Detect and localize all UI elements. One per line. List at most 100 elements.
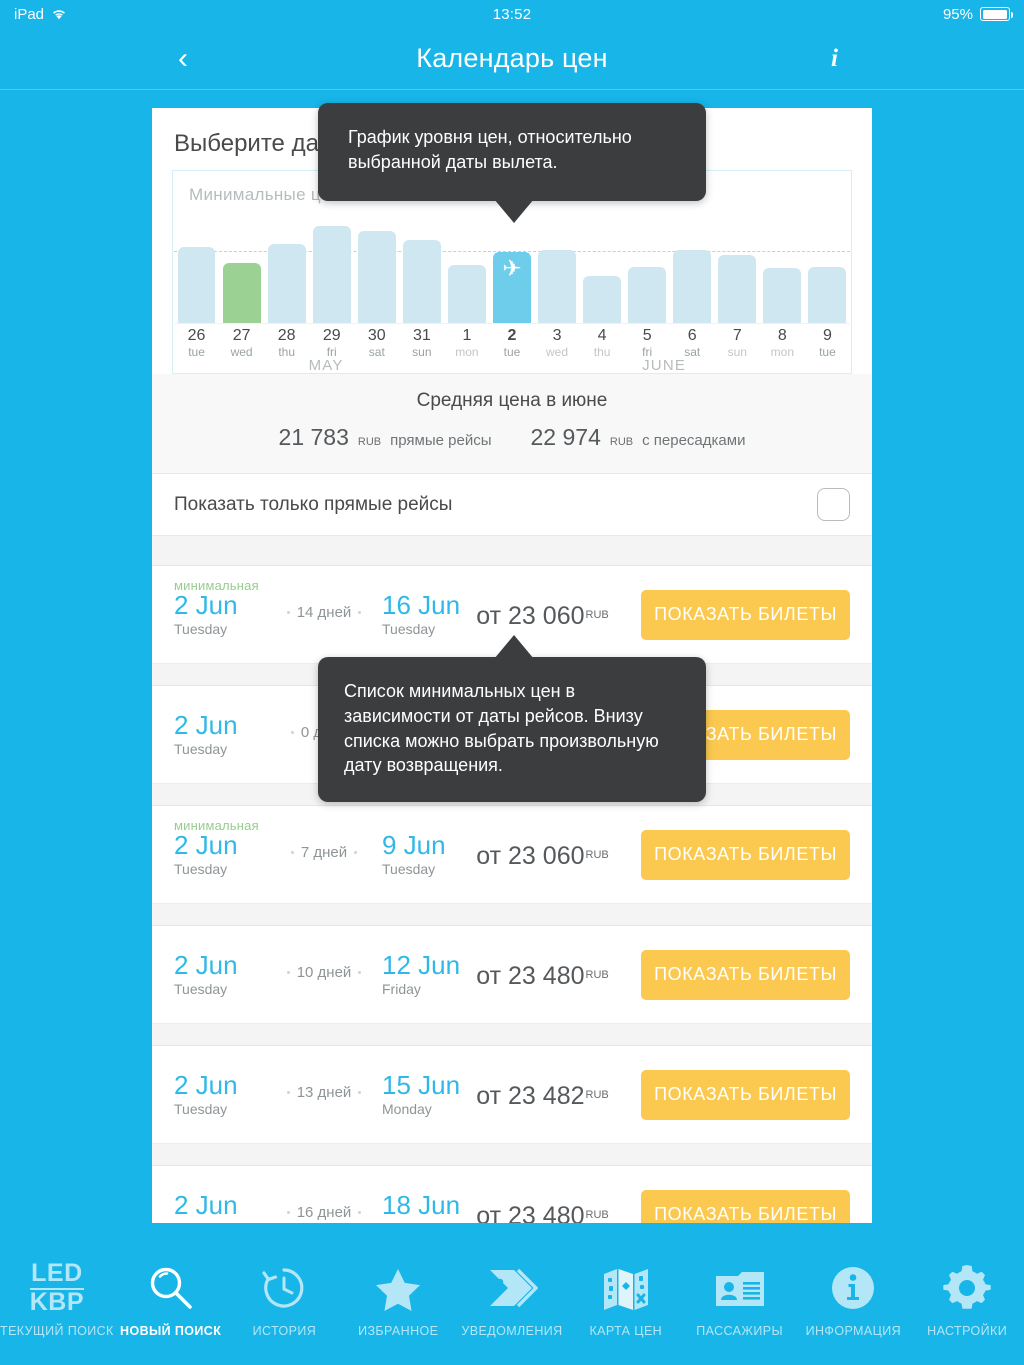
chart-axis-tick[interactable]: 8 mon (760, 324, 805, 359)
info-circle-icon (827, 1259, 879, 1317)
return-date-block[interactable]: 9 Jun Tuesday (382, 832, 474, 877)
price-value: от 23 480 (476, 1202, 585, 1223)
route-led-kbp-icon: LED KBP (29, 1259, 85, 1317)
return-date-block[interactable]: 15 Jun Monday (382, 1072, 474, 1117)
flight-row[interactable]: 2 JunTuesday 16 дней 18 JunThursdayот 23 4… (152, 1166, 872, 1223)
chart-bar-column[interactable] (760, 219, 805, 323)
chart-bar[interactable] (673, 250, 712, 323)
depart-date-block[interactable]: 2 JunTuesday (174, 1072, 266, 1117)
chart-bars: ✈ (174, 219, 850, 323)
tab-tag[interactable]: УВЕДОМЛЕНИЯ (455, 1259, 569, 1365)
return-date-block[interactable]: 12 Jun Friday (382, 952, 474, 997)
direct-only-label: Показать только прямые рейсы (174, 493, 453, 515)
price-value: от 23 482 (476, 1082, 585, 1110)
back-button[interactable]: ‹ (178, 43, 188, 74)
return-date: 18 Jun (382, 1190, 461, 1221)
flight-row[interactable]: 2 Jun Tuesday 13 дней 15 Jun Monday от 23 482… (152, 1046, 872, 1144)
flight-row[interactable]: 2 Jun Tuesday 10 дней 12 Jun Friday от 23 480… (152, 926, 872, 1024)
chart-bar[interactable] (583, 276, 622, 323)
depart-date-block[interactable]: 2 JunTuesday (174, 952, 266, 997)
depart-date-block[interactable]: 2 JunTuesday (174, 1192, 266, 1223)
chart-axis-tick[interactable]: 28 thu (264, 324, 309, 359)
chart-bar-column[interactable] (670, 219, 715, 323)
chart-bar-column[interactable] (174, 219, 219, 323)
tab-route-led-kbp[interactable]: LED KBP ТЕКУЩИЙ ПОИСК (0, 1259, 114, 1365)
show-tickets-button[interactable]: ПОКАЗАТЬ БИЛЕТЫ (641, 1069, 850, 1120)
chart-bar-column[interactable] (805, 219, 850, 323)
chart-bar-column[interactable] (264, 219, 309, 323)
depart-date-block[interactable]: 2 JunTuesday (174, 712, 266, 757)
return-date-block[interactable]: 16 Jun Tuesday (382, 592, 474, 637)
chart-axis-tick[interactable]: 4 thu (580, 324, 625, 359)
chart-bar[interactable] (402, 239, 441, 323)
chart-axis-tick[interactable]: 1 mon (444, 324, 489, 359)
chart-bar[interactable] (312, 226, 351, 323)
chart-bar-column[interactable] (580, 219, 625, 323)
depart-dow: Tuesday (174, 740, 228, 757)
chart-bar-column[interactable] (444, 219, 489, 323)
tab-magnifier[interactable]: НОВЫЙ ПОИСК (114, 1259, 228, 1365)
id-card-icon (712, 1259, 768, 1317)
tab-clock-history[interactable]: ИСТОРИЯ (228, 1259, 342, 1365)
chart-axis-tick[interactable]: 7 sun (715, 324, 760, 359)
info-button[interactable]: i (831, 45, 838, 73)
flight-row[interactable]: минимальная 2 Jun Tuesday 7 дней 9 Jun Tuesda… (152, 806, 872, 904)
chart-bar-column[interactable] (354, 219, 399, 323)
duration-block: 16 дней (266, 1192, 382, 1221)
chart-bar-column[interactable] (535, 219, 580, 323)
chart-axis-tick[interactable]: 6 sat (670, 324, 715, 359)
tab-star[interactable]: ИЗБРАННОЕ (341, 1259, 455, 1365)
chart-bar[interactable]: ✈ (493, 252, 531, 323)
price-block: от 23 060RUB (476, 598, 641, 631)
chart-bar[interactable] (718, 255, 757, 323)
chart-bar[interactable] (808, 266, 847, 323)
return-date-block[interactable]: 18 JunThursday (382, 1192, 474, 1223)
chart-axis-tick[interactable]: 31 sun (399, 324, 444, 359)
tooltip-list[interactable]: Список минимальных цен в зависимости от … (318, 635, 706, 803)
show-tickets-button[interactable]: ПОКАЗАТЬ БИЛЕТЫ (641, 949, 850, 1000)
chart-axis-tick[interactable]: 30 sat (354, 324, 399, 359)
tab-info-circle[interactable]: ИНФОРМАЦИЯ (796, 1259, 910, 1365)
chart-bar[interactable] (267, 243, 306, 323)
chart-bar[interactable] (447, 264, 486, 323)
chart-bar-column[interactable] (625, 219, 670, 323)
chart-bar-column[interactable] (399, 219, 444, 323)
chart-bar-column[interactable] (715, 219, 760, 323)
tooltip-list-arrow (494, 635, 534, 659)
star-icon (372, 1259, 424, 1317)
chart-bar-column[interactable] (219, 219, 264, 323)
chart-axis-tick[interactable]: 3 wed (535, 324, 580, 359)
tag-icon (484, 1259, 540, 1317)
chart-bar-column[interactable]: ✈ (489, 219, 534, 323)
tooltip-chart[interactable]: График уровня цен, относительно выбранно… (318, 103, 706, 223)
chart-bar[interactable] (538, 250, 576, 323)
chart-bar[interactable] (222, 262, 261, 323)
chart-axis-tick[interactable]: 2 tue (489, 324, 534, 359)
chart-axis-tick[interactable]: 29 fri (309, 324, 354, 359)
show-tickets-button[interactable]: ПОКАЗАТЬ БИЛЕТЫ (641, 1189, 850, 1223)
tooltip-list-text: Список минимальных цен в зависимости от … (344, 681, 659, 776)
chart-axis-day: 8 (777, 327, 787, 344)
show-tickets-button[interactable]: ПОКАЗАТЬ БИЛЕТЫ (641, 829, 850, 880)
chart-bar[interactable] (628, 266, 667, 323)
direct-only-checkbox[interactable] (817, 488, 850, 521)
chart-bar[interactable] (357, 231, 396, 323)
chart-axis-tick[interactable]: 9 tue (805, 324, 850, 359)
clock-history-icon (258, 1259, 310, 1317)
chart-bar[interactable] (177, 247, 216, 323)
chart-bar-column[interactable] (309, 219, 354, 323)
separator-dot (286, 1091, 290, 1095)
direct-only-row[interactable]: Показать только прямые рейсы (152, 474, 872, 536)
depart-date-block[interactable]: 2 JunTuesday (174, 592, 266, 637)
status-bar: iPad 13:52 95% (0, 0, 1024, 28)
tab-gear[interactable]: НАСТРОЙКИ (910, 1259, 1024, 1365)
chart-bar[interactable] (763, 267, 802, 323)
duration-block: 7 дней (266, 832, 382, 861)
depart-date-block[interactable]: 2 JunTuesday (174, 832, 266, 877)
chart-axis-tick[interactable]: 5 fri (625, 324, 670, 359)
show-tickets-button[interactable]: ПОКАЗАТЬ БИЛЕТЫ (641, 589, 850, 640)
tab-id-card[interactable]: ПАССАЖИРЫ (683, 1259, 797, 1365)
tab-map[interactable]: КАРТА ЦЕН (569, 1259, 683, 1365)
chart-axis-tick[interactable]: 26 tue (174, 324, 219, 359)
chart-axis-tick[interactable]: 27 wed (219, 324, 264, 359)
